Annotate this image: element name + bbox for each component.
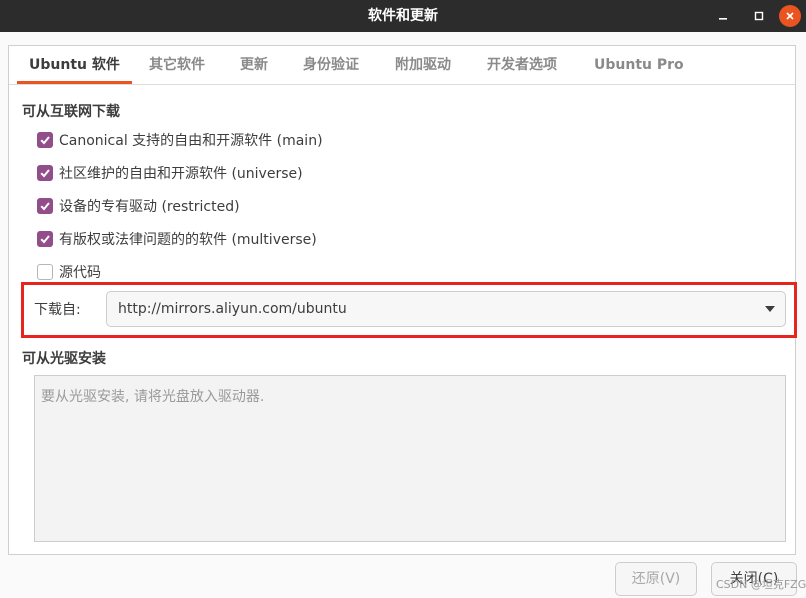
checkbox-checked-icon: [37, 165, 53, 181]
checkbox-restricted[interactable]: 设备的专有驱动 (restricted): [37, 195, 240, 217]
checkbox-source-code-label: 源代码: [59, 265, 101, 281]
close-window-button[interactable]: [779, 5, 801, 27]
checkbox-main-label: Canonical 支持的自由和开源软件 (main): [59, 133, 323, 149]
tab-developer-options[interactable]: 开发者选项: [487, 46, 557, 84]
download-server-value: http://mirrors.aliyun.com/ubuntu: [118, 301, 347, 317]
revert-button[interactable]: 还原(V): [615, 562, 697, 596]
dropdown-arrow-icon: [765, 306, 775, 312]
tab-bar: Ubuntu 软件 其它软件 更新 身份验证 附加驱动 开发者选项 Ubuntu…: [9, 46, 795, 84]
checkbox-restricted-label: 设备的专有驱动 (restricted): [59, 199, 240, 215]
maximize-button[interactable]: [747, 4, 771, 28]
minimize-button[interactable]: [711, 4, 735, 28]
checkbox-universe[interactable]: 社区维护的自由和开源软件 (universe): [37, 162, 303, 184]
tab-additional-drivers[interactable]: 附加驱动: [395, 46, 451, 84]
checkbox-source-code[interactable]: 源代码: [37, 261, 101, 283]
checkbox-checked-icon: [37, 132, 53, 148]
minimize-icon: [719, 18, 727, 20]
tab-ubuntu-pro[interactable]: Ubuntu Pro: [594, 46, 684, 84]
tab-divider: [9, 84, 795, 85]
close-icon: [786, 12, 794, 20]
cdrom-list[interactable]: 要从光驱安装, 请将光盘放入驱动器.: [34, 375, 786, 542]
checkbox-multiverse-label: 有版权或法律问题的的软件 (multiverse): [59, 232, 317, 248]
checkbox-checked-icon: [37, 231, 53, 247]
checkbox-multiverse[interactable]: 有版权或法律问题的的软件 (multiverse): [37, 228, 317, 250]
maximize-icon: [754, 11, 764, 21]
cdrom-heading: 可从光驱安装: [22, 351, 106, 367]
download-server-dropdown[interactable]: http://mirrors.aliyun.com/ubuntu: [106, 291, 786, 327]
checkbox-checked-icon: [37, 198, 53, 214]
checkbox-universe-label: 社区维护的自由和开源软件 (universe): [59, 166, 303, 182]
tab-ubuntu-software[interactable]: Ubuntu 软件: [17, 46, 132, 84]
window-title: 软件和更新: [368, 8, 438, 24]
title-bar: 软件和更新: [0, 0, 806, 32]
cdrom-placeholder: 要从光驱安装, 请将光盘放入驱动器.: [41, 389, 265, 405]
download-from-label: 下载自:: [34, 302, 81, 318]
checkbox-unchecked-icon: [37, 264, 53, 280]
tab-authentication[interactable]: 身份验证: [303, 46, 359, 84]
tab-other-software[interactable]: 其它软件: [149, 46, 205, 84]
tab-updates[interactable]: 更新: [240, 46, 268, 84]
watermark: CSDN @坦克FZG: [716, 578, 806, 591]
notebook: Ubuntu 软件 其它软件 更新 身份验证 附加驱动 开发者选项 Ubuntu…: [8, 45, 797, 555]
internet-heading: 可从互联网下载: [22, 104, 120, 120]
checkbox-main[interactable]: Canonical 支持的自由和开源软件 (main): [37, 129, 323, 151]
